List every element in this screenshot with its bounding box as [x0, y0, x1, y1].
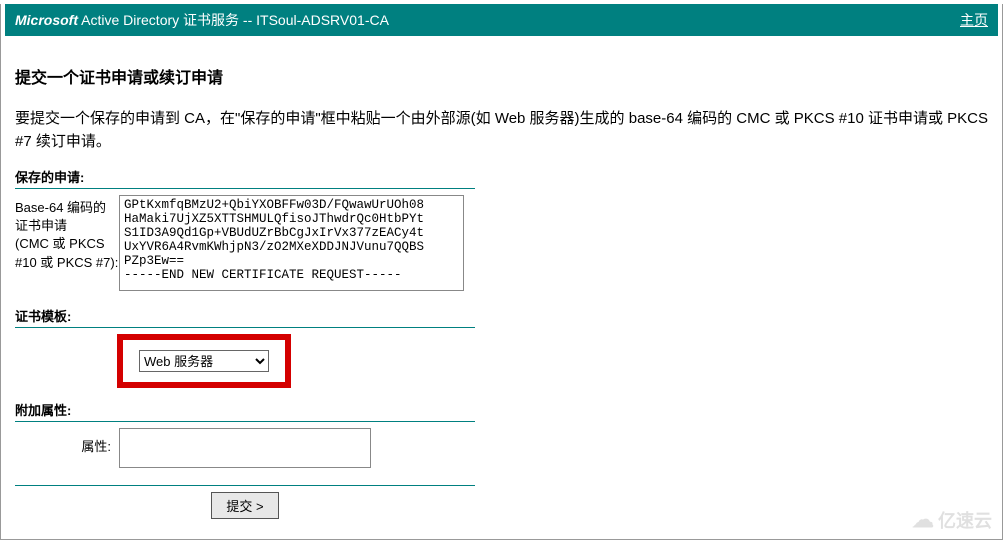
- app-window: Microsoft Active Directory 证书服务 -- ITSou…: [0, 4, 1003, 540]
- product-name: Active Directory 证书服务: [78, 12, 239, 28]
- header-title: Microsoft Active Directory 证书服务 -- ITSou…: [15, 10, 389, 30]
- separator: --: [239, 12, 256, 28]
- divider: [15, 485, 475, 486]
- content-area: 提交一个证书申请或续订申请 要提交一个保存的申请到 CA，在"保存的申请"框中粘…: [1, 36, 1002, 529]
- submit-row: 提交 >: [15, 492, 475, 519]
- ca-name: ITSoul-ADSRV01-CA: [256, 12, 389, 28]
- saved-request-heading: 保存的申请:: [15, 167, 475, 189]
- watermark-text: 亿速云: [938, 507, 992, 533]
- template-highlight-box: Web 服务器: [117, 334, 291, 388]
- additional-attrs-textarea[interactable]: [119, 428, 371, 468]
- saved-request-row: Base-64 编码的证书申请(CMC 或 PKCS #10 或 PKCS #7…: [15, 195, 988, 294]
- saved-request-label: Base-64 编码的证书申请(CMC 或 PKCS #10 或 PKCS #7…: [15, 195, 119, 272]
- template-row: Web 服务器: [15, 334, 988, 388]
- additional-attrs-heading: 附加属性:: [15, 400, 475, 422]
- watermark: ☁ 亿速云: [912, 507, 992, 533]
- additional-attrs-row: 属性:: [15, 428, 988, 471]
- saved-request-textarea[interactable]: [119, 195, 464, 291]
- home-link[interactable]: 主页: [960, 10, 988, 30]
- page-title: 提交一个证书申请或续订申请: [15, 64, 988, 88]
- page-description: 要提交一个保存的申请到 CA，在"保存的申请"框中粘贴一个由外部源(如 Web …: [15, 108, 988, 153]
- template-select[interactable]: Web 服务器: [139, 350, 269, 372]
- submit-button[interactable]: 提交 >: [211, 492, 278, 519]
- cloud-icon: ☁: [912, 507, 934, 533]
- additional-attrs-label: 属性:: [15, 428, 119, 456]
- header-bar: Microsoft Active Directory 证书服务 -- ITSou…: [5, 4, 998, 36]
- brand-name: Microsoft: [15, 12, 78, 28]
- template-label-spacer: [15, 334, 119, 338]
- template-heading: 证书模板:: [15, 306, 475, 328]
